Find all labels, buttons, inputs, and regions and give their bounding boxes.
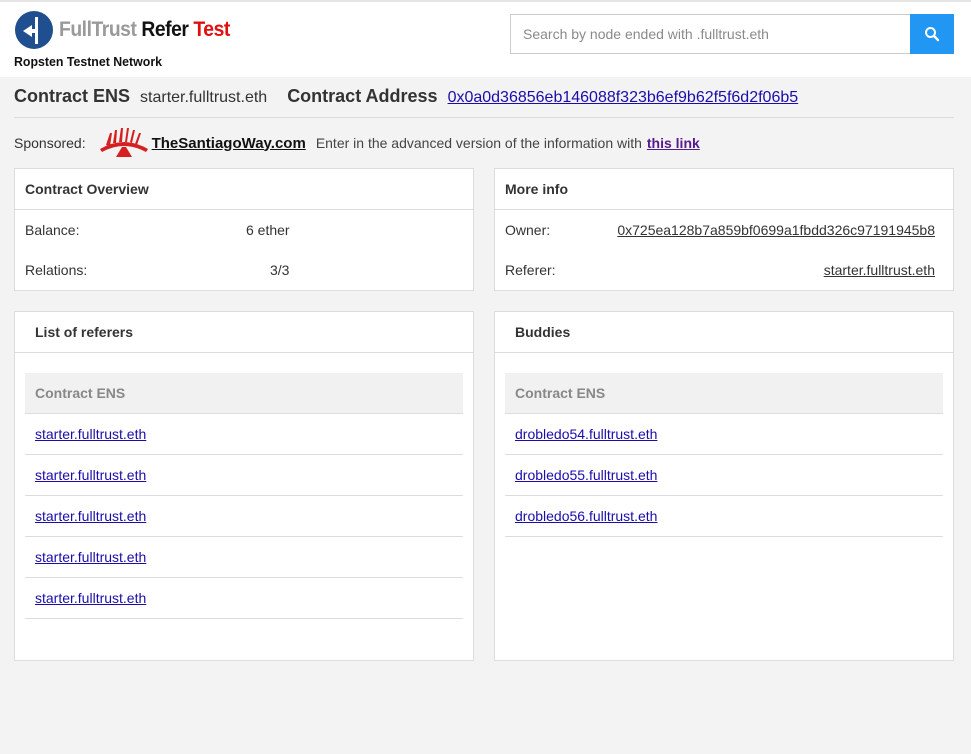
referers-table: Contract ENS starter.fulltrust.eth start…	[25, 373, 463, 619]
balance-label: Balance:	[25, 222, 80, 238]
buddy-row-link[interactable]: drobledo54.fulltrust.eth	[515, 426, 657, 442]
app-title[interactable]: FullTrust Refer Test	[59, 18, 230, 42]
referer-label: Referer:	[505, 262, 556, 278]
buddies-title: Buddies	[495, 312, 953, 353]
more-info-card: More info Owner: 0x725ea128b7a859bf0699a…	[494, 168, 954, 291]
balance-row: Balance: 6 ether	[15, 210, 473, 250]
referers-title: List of referers	[15, 312, 473, 353]
relations-value: 3/3	[270, 262, 290, 278]
contract-ens-value: starter.fulltrust.eth	[140, 89, 268, 106]
owner-address-link[interactable]: 0x725ea128b7a859bf0699a1fbdd326c97191945…	[617, 222, 935, 238]
brand-word-test: Test	[193, 18, 230, 41]
referer-row: Referer: starter.fulltrust.eth	[495, 250, 953, 290]
sponsored-text: Enter in the advanced version of the inf…	[315, 135, 642, 151]
search-button[interactable]	[910, 14, 954, 54]
referer-row-link[interactable]: starter.fulltrust.eth	[35, 549, 146, 565]
buddies-table: Contract ENS drobledo54.fulltrust.eth dr…	[505, 373, 943, 537]
contract-overview-card: Contract Overview Balance: 6 ether Relat…	[14, 168, 474, 291]
table-row: starter.fulltrust.eth	[25, 578, 463, 619]
signpost-icon[interactable]	[14, 10, 54, 50]
table-row: drobledo54.fulltrust.eth	[505, 414, 943, 455]
sponsored-bar: Sponsored: TheSantiagoWay.com Enter in t…	[14, 126, 954, 160]
sponsor-logo-icon[interactable]	[96, 127, 152, 159]
owner-label: Owner:	[505, 222, 551, 238]
advanced-version-link[interactable]: this link	[647, 135, 700, 151]
referer-row-link[interactable]: starter.fulltrust.eth	[35, 508, 146, 524]
brand-word-fulltrust: FullTrust	[59, 18, 137, 41]
contract-address-link[interactable]: 0x0a0d36856eb146088f323b6ef9b62f5f6d2f06…	[448, 89, 799, 107]
referer-row-link[interactable]: starter.fulltrust.eth	[35, 467, 146, 483]
referer-row-link[interactable]: starter.fulltrust.eth	[35, 426, 146, 442]
brand-word-refer: Refer	[141, 18, 189, 41]
table-row: starter.fulltrust.eth	[25, 537, 463, 578]
buddies-card: Buddies Contract ENS drobledo54.fulltrus…	[494, 311, 954, 661]
referers-card: List of referers Contract ENS starter.fu…	[14, 311, 474, 661]
header: FullTrust Refer Test Ropsten Testnet Net…	[0, 0, 971, 77]
search-input[interactable]	[510, 14, 910, 54]
referers-column-header: Contract ENS	[25, 373, 463, 414]
table-row: starter.fulltrust.eth	[25, 414, 463, 455]
network-label: Ropsten Testnet Network	[14, 54, 162, 69]
contract-ens-label: Contract ENS	[14, 86, 131, 106]
table-row: starter.fulltrust.eth	[25, 496, 463, 537]
sponsored-label: Sponsored:	[14, 135, 86, 151]
table-row: drobledo56.fulltrust.eth	[505, 496, 943, 537]
table-row: drobledo55.fulltrust.eth	[505, 455, 943, 496]
buddy-row-link[interactable]: drobledo55.fulltrust.eth	[515, 467, 657, 483]
owner-row: Owner: 0x725ea128b7a859bf0699a1fbdd326c9…	[495, 210, 953, 250]
buddies-column-header: Contract ENS	[505, 373, 943, 414]
contract-overview-title: Contract Overview	[15, 169, 473, 210]
balance-value: 6 ether	[246, 222, 290, 238]
contract-address-label: Contract Address	[287, 86, 438, 106]
more-info-title: More info	[495, 169, 953, 210]
table-row: starter.fulltrust.eth	[25, 455, 463, 496]
search-bar	[510, 14, 954, 54]
referer-row-link[interactable]: starter.fulltrust.eth	[35, 590, 146, 606]
referer-link[interactable]: starter.fulltrust.eth	[824, 262, 935, 278]
sponsor-link[interactable]: TheSantiagoWay.com	[152, 135, 306, 152]
contract-info: Contract ENS starter.fulltrust.eth Contr…	[14, 86, 954, 118]
buddy-row-link[interactable]: drobledo56.fulltrust.eth	[515, 508, 657, 524]
search-icon	[925, 27, 940, 42]
relations-row: Relations: 3/3	[15, 250, 473, 290]
relations-label: Relations:	[25, 262, 88, 278]
